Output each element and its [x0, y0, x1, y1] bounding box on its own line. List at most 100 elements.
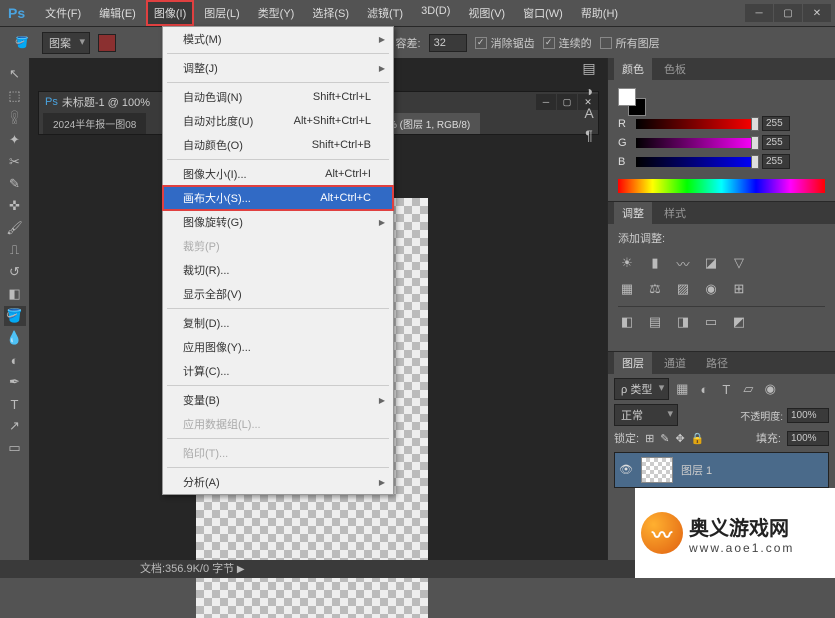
photo-filter-icon[interactable]: ◉: [702, 280, 720, 298]
layer-thumbnail[interactable]: [641, 457, 673, 483]
doc-maximize-icon[interactable]: ▢: [557, 94, 577, 110]
fg-bg-swatches[interactable]: [618, 88, 646, 116]
lock-trans-icon[interactable]: ⊞: [645, 432, 654, 445]
blur-tool-icon[interactable]: 💧: [4, 328, 26, 348]
lasso-tool-icon[interactable]: 𓍰: [4, 108, 26, 128]
menu-image-rotation[interactable]: 图像旋转(G): [163, 210, 393, 234]
menu-window[interactable]: 窗口(W): [515, 0, 571, 26]
menu-analysis[interactable]: 分析(A): [163, 470, 393, 494]
exposure-icon[interactable]: ◪: [702, 254, 720, 272]
eraser-tool-icon[interactable]: ◧: [4, 284, 26, 304]
tab-paths[interactable]: 路径: [698, 352, 736, 374]
b-value[interactable]: 255: [762, 154, 790, 169]
threshold-icon[interactable]: ◨: [674, 313, 692, 331]
hue-icon[interactable]: ▦: [618, 280, 636, 298]
marquee-tool-icon[interactable]: ⬚: [4, 86, 26, 106]
tab-color[interactable]: 颜色: [614, 58, 652, 80]
menu-calculate[interactable]: 计算(C)...: [163, 359, 393, 383]
contiguous-checkbox[interactable]: ✓连续的: [543, 35, 592, 51]
invert-icon[interactable]: ◧: [618, 313, 636, 331]
menu-select[interactable]: 选择(S): [304, 0, 357, 26]
tab-layers[interactable]: 图层: [614, 352, 652, 374]
menu-auto-tone[interactable]: 自动色调(N)Shift+Ctrl+L: [163, 85, 393, 109]
posterize-icon[interactable]: ▤: [646, 313, 664, 331]
pattern-thumbnail[interactable]: [98, 34, 116, 52]
visibility-icon[interactable]: 👁: [619, 463, 633, 477]
menu-3d[interactable]: 3D(D): [413, 0, 458, 26]
tab-channels[interactable]: 通道: [656, 352, 694, 374]
properties-panel-icon[interactable]: ◑: [585, 83, 593, 99]
menu-file[interactable]: 文件(F): [37, 0, 89, 26]
layer-name[interactable]: 图层 1: [681, 462, 712, 478]
menu-variables[interactable]: 变量(B): [163, 388, 393, 412]
menu-apply-image[interactable]: 应用图像(Y)...: [163, 335, 393, 359]
dodge-tool-icon[interactable]: ◐: [4, 350, 26, 370]
close-icon[interactable]: ✕: [803, 4, 831, 22]
type-tool-icon[interactable]: T: [4, 394, 26, 414]
filter-adjust-icon[interactable]: ◐: [695, 380, 713, 398]
eyedropper-tool-icon[interactable]: ✎: [4, 174, 26, 194]
tab-styles[interactable]: 样式: [656, 202, 694, 224]
history-panel-icon[interactable]: ▤: [582, 60, 595, 77]
menu-canvas-size[interactable]: 画布大小(S)...Alt+Ctrl+C: [163, 186, 393, 210]
menu-auto-contrast[interactable]: 自动对比度(U)Alt+Shift+Ctrl+L: [163, 109, 393, 133]
filter-type-icon[interactable]: T: [717, 380, 735, 398]
maximize-icon[interactable]: ▢: [774, 4, 802, 22]
menu-filter[interactable]: 滤镜(T): [359, 0, 411, 26]
menu-help[interactable]: 帮助(H): [573, 0, 626, 26]
healing-tool-icon[interactable]: ✜: [4, 196, 26, 216]
minimize-icon[interactable]: ─: [745, 4, 773, 22]
foreground-swatch[interactable]: [618, 88, 636, 106]
char-panel-icon[interactable]: A: [584, 105, 593, 121]
lock-paint-icon[interactable]: ✎: [660, 432, 669, 445]
shape-tool-icon[interactable]: ▭: [4, 438, 26, 458]
brush-tool-icon[interactable]: 🖌: [4, 218, 26, 238]
wand-tool-icon[interactable]: ✦: [4, 130, 26, 150]
tab-adjustments[interactable]: 调整: [614, 202, 652, 224]
filter-pixel-icon[interactable]: ▦: [673, 380, 691, 398]
all-layers-checkbox[interactable]: 所有图层: [600, 35, 660, 51]
menu-auto-color[interactable]: 自动颜色(O)Shift+Ctrl+B: [163, 133, 393, 157]
levels-icon[interactable]: ▮: [646, 254, 664, 272]
filter-smart-icon[interactable]: ◉: [761, 380, 779, 398]
para-panel-icon[interactable]: ¶: [585, 127, 593, 143]
bw-icon[interactable]: ▨: [674, 280, 692, 298]
menu-edit[interactable]: 编辑(E): [91, 0, 144, 26]
stamp-tool-icon[interactable]: ⎍: [4, 240, 26, 260]
gradient-map-icon[interactable]: ▭: [702, 313, 720, 331]
selective-icon[interactable]: ◩: [730, 313, 748, 331]
layer-kind-dropdown[interactable]: ρ 类型: [614, 378, 669, 400]
antialias-checkbox[interactable]: ✓消除锯齿: [475, 35, 535, 51]
g-slider[interactable]: [636, 138, 756, 148]
bucket-tool-icon[interactable]: 🪣: [10, 31, 34, 55]
b-slider[interactable]: [636, 157, 756, 167]
vibrance-icon[interactable]: ▽: [730, 254, 748, 272]
fill-source-dropdown[interactable]: 图案: [42, 32, 90, 54]
menu-reveal-all[interactable]: 显示全部(V): [163, 282, 393, 306]
doc-minimize-icon[interactable]: ─: [536, 94, 556, 110]
menu-image-size[interactable]: 图像大小(I)...Alt+Ctrl+I: [163, 162, 393, 186]
blend-mode-dropdown[interactable]: 正常: [614, 404, 678, 426]
menu-duplicate[interactable]: 复制(D)...: [163, 311, 393, 335]
tab-doc-1[interactable]: 2024半年报一图08: [43, 113, 146, 134]
menu-adjustments[interactable]: 调整(J): [163, 56, 393, 80]
menu-image[interactable]: 图像(I): [146, 0, 194, 26]
mixer-icon[interactable]: ⊞: [730, 280, 748, 298]
r-value[interactable]: 255: [762, 116, 790, 131]
crop-tool-icon[interactable]: ✂: [4, 152, 26, 172]
path-tool-icon[interactable]: ↗: [4, 416, 26, 436]
tolerance-input[interactable]: 32: [429, 34, 467, 52]
move-tool-icon[interactable]: ↖: [4, 64, 26, 84]
menu-trim[interactable]: 裁切(R)...: [163, 258, 393, 282]
tab-swatches[interactable]: 色板: [656, 58, 694, 80]
lock-all-icon[interactable]: 🔒: [691, 432, 705, 445]
history-brush-icon[interactable]: ↺: [4, 262, 26, 282]
g-value[interactable]: 255: [762, 135, 790, 150]
fill-input[interactable]: 100%: [787, 431, 829, 446]
menu-mode[interactable]: 模式(M): [163, 27, 393, 51]
brightness-icon[interactable]: ☀: [618, 254, 636, 272]
filter-shape-icon[interactable]: ▱: [739, 380, 757, 398]
bucket-tool-icon-2[interactable]: 🪣: [4, 306, 26, 326]
layer-row[interactable]: 👁 图层 1: [614, 452, 829, 488]
r-slider[interactable]: [636, 119, 756, 129]
